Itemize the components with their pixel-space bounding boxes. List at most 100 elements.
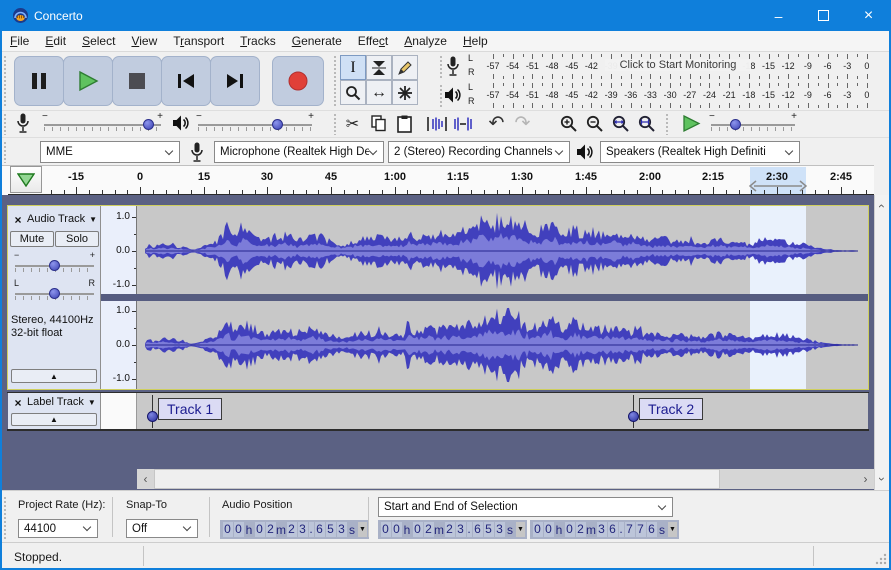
multi-tool-button[interactable] [392, 80, 418, 105]
menu-item-help[interactable]: Help [455, 32, 496, 50]
time-digit[interactable]: 0 [380, 522, 391, 537]
scroll-right-button[interactable]: › [857, 470, 874, 488]
time-unit[interactable]: s [657, 523, 667, 537]
time-digit[interactable]: 3 [596, 522, 607, 537]
menu-item-edit[interactable]: Edit [37, 32, 74, 50]
time-format-dropdown-icon[interactable]: ▼ [516, 522, 525, 537]
trim-audio-button[interactable] [424, 111, 449, 136]
time-shift-tool-button[interactable]: ↔ [366, 80, 392, 105]
time-digit[interactable]: 6 [472, 522, 483, 537]
record-volume-slider[interactable]: − + [40, 111, 165, 136]
time-digit[interactable]: 7 [624, 522, 635, 537]
selection-toolbar-grip[interactable] [2, 495, 7, 539]
playback-meter[interactable]: L R -57 -54 -51 -48 -45 -42 -39 -36 -33 -30 -27 -24… [438, 81, 888, 110]
time-digit[interactable]: . [618, 522, 624, 537]
horizontal-scrollbar[interactable]: ‹ › [137, 469, 874, 489]
time-digit[interactable]: 7 [635, 522, 646, 537]
undo-button[interactable]: ↶ [484, 111, 509, 136]
maximize-button[interactable] [801, 0, 846, 31]
time-unit[interactable]: h [244, 523, 254, 537]
skip-to-end-button[interactable] [210, 56, 260, 106]
time-digit[interactable]: 6 [607, 522, 618, 537]
play-speed-slider[interactable]: − + [708, 111, 798, 136]
time-digit[interactable]: 3 [297, 522, 308, 537]
audio-host-select[interactable]: MME [40, 141, 180, 163]
time-digit[interactable]: 3 [455, 522, 466, 537]
play-at-speed-button[interactable] [678, 112, 704, 135]
time-digit[interactable]: 2 [444, 522, 455, 537]
scroll-up-button[interactable]: ‹ [875, 197, 889, 215]
play-at-speed-grip[interactable] [664, 112, 669, 135]
record-button[interactable] [272, 56, 324, 106]
playback-device-select[interactable]: Speakers (Realtek High Definiti [600, 141, 800, 163]
recording-device-select[interactable]: Microphone (Realtek High Defini [214, 141, 384, 163]
solo-button[interactable]: Solo [55, 231, 99, 247]
time-digit[interactable]: 0 [532, 522, 543, 537]
label-marker-handle[interactable] [147, 411, 158, 422]
mixer-toolbar-grip[interactable] [2, 112, 7, 135]
minimize-button[interactable]: – [756, 0, 801, 31]
label-track-lane[interactable]: Track 1 Track 2 [137, 393, 868, 430]
time-digit[interactable]: 6 [314, 522, 325, 537]
close-button[interactable]: × [846, 0, 891, 31]
time-digit[interactable]: 0 [412, 522, 423, 537]
time-digit[interactable]: 6 [646, 522, 657, 537]
gain-slider[interactable]: − + [12, 250, 97, 276]
zoom-in-button[interactable] [556, 111, 581, 136]
menu-item-tracks[interactable]: Tracks [232, 32, 284, 50]
recording-channels-select[interactable]: 2 (Stereo) Recording Channels [388, 141, 570, 163]
time-digit[interactable]: 3 [494, 522, 505, 537]
copy-button[interactable] [366, 111, 391, 136]
edit-toolbar-grip[interactable] [332, 112, 337, 135]
gain-thumb[interactable] [49, 260, 60, 271]
time-format-dropdown-icon[interactable]: ▼ [358, 522, 367, 537]
selection-end-field[interactable]: 0 0 h 0 2 m 3 6. 7 7 6 s ▼ [530, 520, 679, 539]
selection-tool-button[interactable]: I [340, 55, 366, 80]
time-digit[interactable]: 2 [265, 522, 276, 537]
time-digit[interactable]: 0 [391, 522, 402, 537]
time-unit[interactable]: s [505, 523, 515, 537]
menu-item-select[interactable]: Select [74, 32, 123, 50]
paste-button[interactable] [392, 111, 417, 136]
menu-item-effect[interactable]: Effect [350, 32, 396, 50]
pause-button[interactable] [14, 56, 64, 106]
time-digit[interactable]: . [466, 522, 472, 537]
time-unit[interactable]: h [554, 523, 564, 537]
selection-range-mode-select[interactable]: Start and End of Selection [378, 497, 673, 517]
fit-selection-button[interactable] [608, 111, 633, 136]
time-unit[interactable]: s [347, 523, 357, 537]
label-text[interactable]: Track 1 [158, 398, 223, 420]
label-marker-handle[interactable] [628, 411, 639, 422]
menu-item-file[interactable]: File [2, 32, 37, 50]
collapse-track-button[interactable]: ▲ [11, 413, 97, 426]
time-format-dropdown-icon[interactable]: ▼ [668, 522, 677, 537]
resize-grip-icon[interactable] [875, 553, 887, 565]
snap-to-select[interactable]: Off [126, 519, 198, 538]
menu-item-generate[interactable]: Generate [284, 32, 350, 50]
time-unit[interactable]: m [586, 523, 596, 537]
tools-toolbar-grip[interactable] [332, 54, 337, 108]
time-digit[interactable]: . [308, 522, 314, 537]
playback-volume-thumb[interactable] [272, 119, 283, 130]
skip-to-start-button[interactable] [161, 56, 211, 106]
pan-slider[interactable]: L R [12, 278, 97, 304]
time-digit[interactable]: 2 [575, 522, 586, 537]
redo-button[interactable]: ↷ [510, 111, 535, 136]
zoom-tool-button[interactable] [340, 80, 366, 105]
selection-start-field[interactable]: 0 0 h 0 2 m 2 3. 6 5 3 s ▼ [378, 520, 527, 539]
project-rate-select[interactable]: 44100 [18, 519, 98, 538]
monitoring-overlay[interactable]: Click to Start Monitoring [605, 59, 751, 71]
time-digit[interactable]: 0 [543, 522, 554, 537]
time-digit[interactable]: 0 [564, 522, 575, 537]
time-digit[interactable]: 3 [336, 522, 347, 537]
cut-button[interactable]: ✂ [340, 111, 365, 136]
label-text[interactable]: Track 2 [639, 398, 704, 420]
menu-item-transport[interactable]: Transport [165, 32, 232, 50]
mute-button[interactable]: Mute [10, 231, 54, 247]
time-digit[interactable]: 0 [222, 522, 233, 537]
horizontal-scrollbar-thumb[interactable] [154, 469, 720, 489]
device-toolbar-grip[interactable] [2, 140, 7, 163]
menu-item-view[interactable]: View [123, 32, 165, 50]
timeline-ruler[interactable]: -15 0 15 30 45 1:00 1:15 1:30 1:45 2:00 2:15 2:30 2:… [0, 165, 874, 196]
audio-position-field[interactable]: 0 0 h 0 2 m 2 3. 6 5 3 s ▼ [220, 520, 369, 539]
